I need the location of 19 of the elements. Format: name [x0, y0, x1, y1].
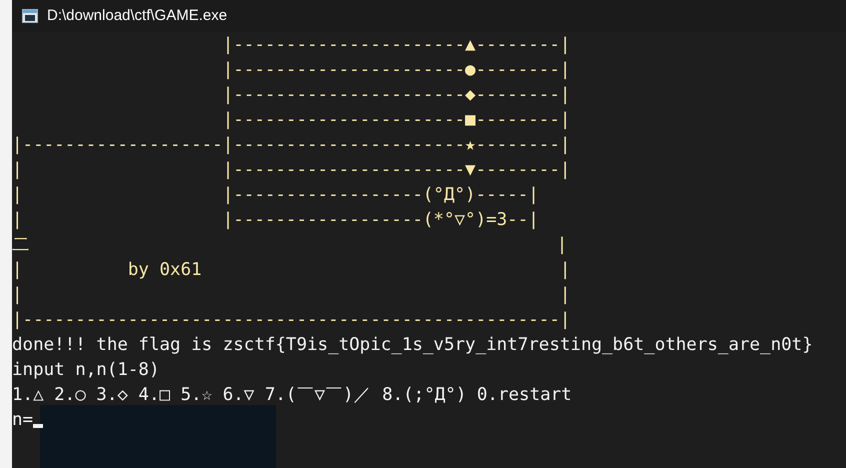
ascii-art-line: | |------------------(*°▽°)=3--|: [12, 209, 539, 232]
ascii-art-line: |----------------------◆--------|: [222, 84, 570, 107]
console-output: input n,n(1-8): [12, 359, 160, 382]
ascii-art-line: | by 0x61 |: [12, 259, 570, 282]
console-output: done!!! the flag is zsctf{T9is_tOpic_1s_v5ry_int7resting_b6t_others_are_n0t}: [12, 334, 813, 357]
console-window-icon: [22, 9, 38, 23]
ascii-art-line: |----------------------●--------|: [222, 59, 570, 82]
console-output: 1.△ 2.○ 3.◇ 4.□ 5.☆ 6.▽ 7.(￣▽￣)／ 8.(;°Д°) 0.restart: [12, 384, 572, 407]
ascii-art-line: |----------------------▲--------|: [222, 34, 570, 57]
ascii-art-line: | |------------------(°Д°)-----|: [12, 184, 539, 207]
ascii-art-line: | |----------------------▼--------|: [12, 159, 570, 182]
ascii-art-line: | |: [12, 284, 570, 307]
ascii-art-line: 二 |: [12, 234, 568, 257]
input-prompt: n=: [12, 409, 34, 432]
window-title: D:\download\ctf\GAME.exe: [47, 6, 228, 26]
ascii-art-line: |-------------------|----------------------★--------|: [12, 134, 570, 157]
ascii-art-line: |----------------------■--------|: [222, 109, 570, 132]
text-cursor: [33, 424, 44, 428]
ascii-art-line: |---------------------------------------------------|: [12, 309, 570, 332]
